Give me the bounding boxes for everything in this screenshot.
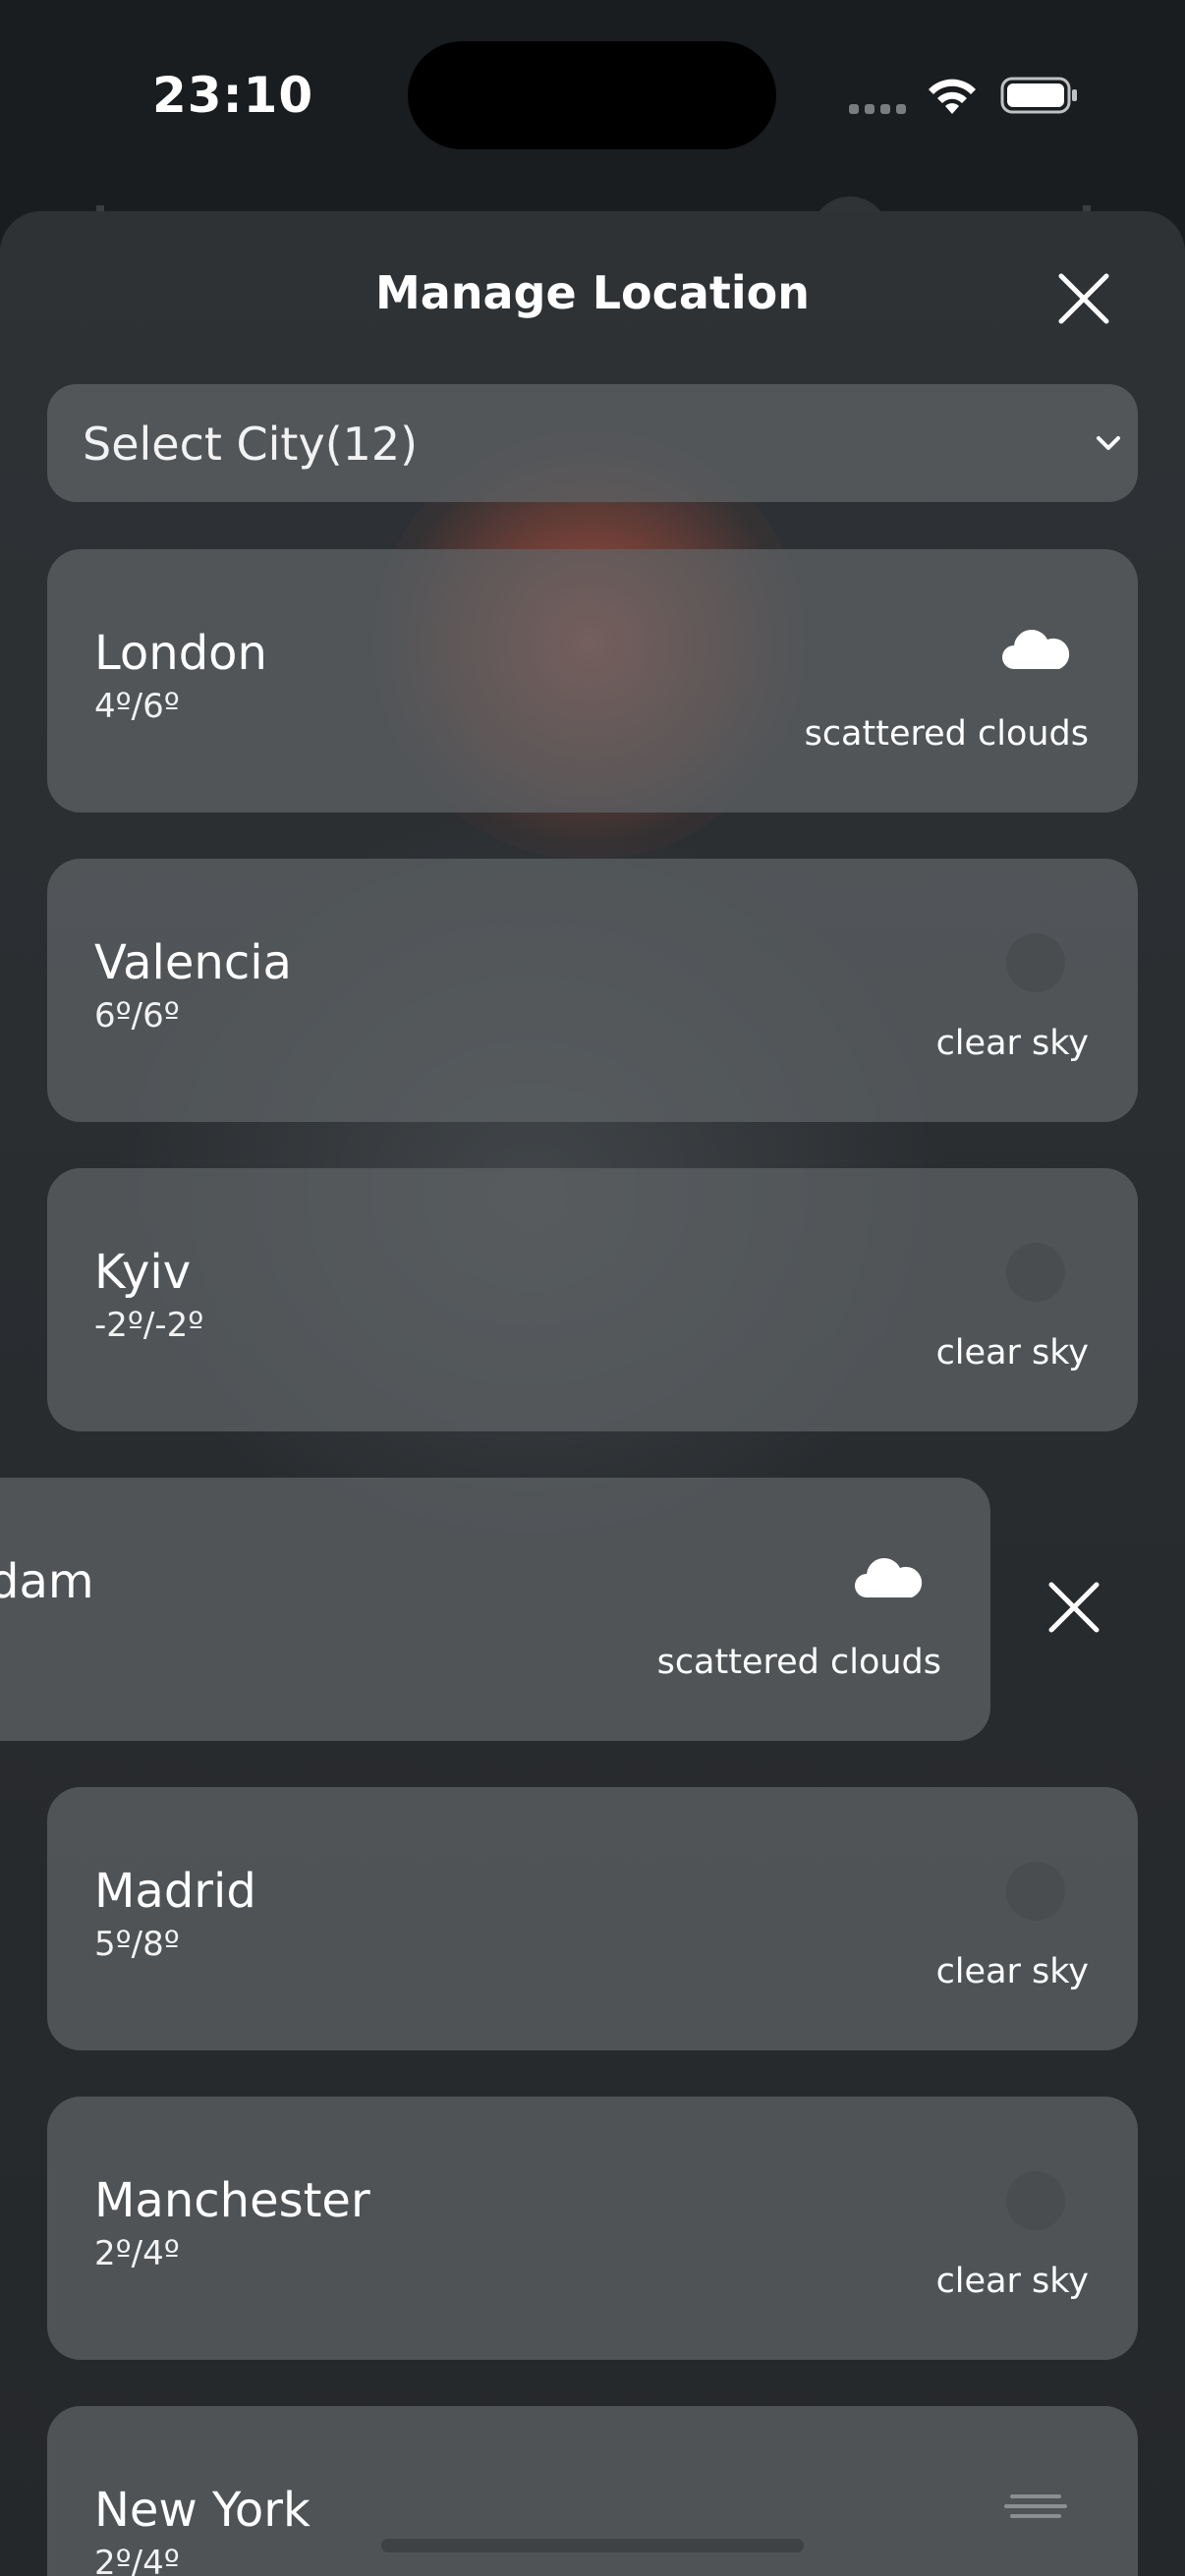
weather-description: scattered clouds xyxy=(804,714,1089,754)
status-bar: 23:10 xyxy=(0,0,1185,196)
city-temps: 2º/4º xyxy=(94,2234,180,2273)
delete-x-icon[interactable] xyxy=(1040,1573,1108,1642)
city-name: Kyiv xyxy=(94,1245,192,1300)
wifi-icon xyxy=(929,79,976,114)
city-name: Madrid xyxy=(94,1864,256,1919)
city-name: Manchester xyxy=(94,2173,370,2228)
city-temps: 2º/4º xyxy=(94,2544,180,2576)
weather-description: clear sky xyxy=(935,2262,1089,2301)
weather-description: clear sky xyxy=(935,1952,1089,1991)
city-name: London xyxy=(94,626,267,681)
cloud-icon xyxy=(855,1558,923,1597)
city-temps: 4º/6º xyxy=(94,687,180,726)
city-card[interactable]: Valencia 6º/6º clear sky xyxy=(47,859,1138,1122)
weather-description: clear sky xyxy=(935,1024,1089,1063)
city-card-swiped[interactable]: msterdam 4º scattered clouds xyxy=(0,1478,990,1741)
city-card[interactable]: Kyiv -2º/-2º clear sky xyxy=(47,1168,1138,1431)
home-indicator[interactable] xyxy=(381,2539,804,2552)
city-card[interactable]: Madrid 5º/8º clear sky xyxy=(47,1787,1138,2050)
city-temps: 6º/6º xyxy=(94,996,180,1036)
city-temps: 5º/8º xyxy=(94,1925,180,1964)
clear-sky-icon xyxy=(1006,1243,1065,1302)
city-card[interactable]: London 4º/6º scattered clouds xyxy=(47,549,1138,812)
close-icon[interactable] xyxy=(1049,264,1118,333)
signal-dots-icon xyxy=(849,104,906,116)
sheet-title: Manage Location xyxy=(374,266,811,319)
cloud-icon xyxy=(1002,630,1070,669)
battery-icon xyxy=(1000,77,1077,114)
manage-location-sheet: Manage Location Select City(12) London 4… xyxy=(0,211,1185,2576)
status-time: 23:10 xyxy=(152,67,314,124)
clear-sky-icon xyxy=(1006,2171,1065,2230)
select-city-label: Select City(12) xyxy=(83,418,419,471)
clear-sky-icon xyxy=(1006,1862,1065,1921)
sheet-header: Manage Location xyxy=(0,211,1185,368)
city-name: New York xyxy=(94,2483,310,2538)
clear-sky-icon xyxy=(1006,933,1065,992)
city-card[interactable]: Manchester 2º/4º clear sky xyxy=(47,2097,1138,2360)
select-city-dropdown[interactable]: Select City(12) xyxy=(47,384,1138,502)
weather-description: clear sky xyxy=(935,1333,1089,1372)
mist-icon xyxy=(1004,2494,1067,2518)
city-name: Valencia xyxy=(94,935,292,990)
city-name: msterdam xyxy=(0,1554,94,1609)
dynamic-island xyxy=(408,41,776,149)
weather-description: scattered clouds xyxy=(656,1643,941,1682)
city-temps: -2º/-2º xyxy=(94,1306,204,1345)
chevron-down-icon xyxy=(1097,436,1120,450)
